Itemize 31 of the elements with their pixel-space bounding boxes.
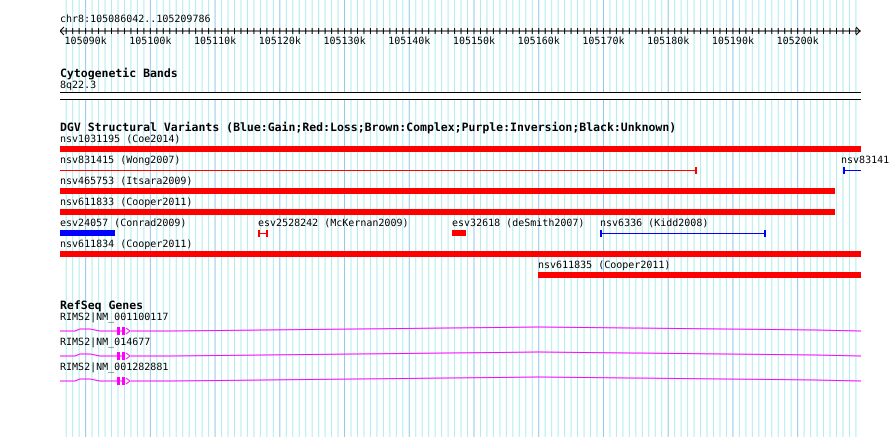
tick-label: 105140k (388, 36, 430, 48)
tick-label: 105090k (64, 36, 107, 48)
variant-label: nsv83141 (841, 155, 890, 167)
variant-label: nsv465753 (Itsara2009) (60, 176, 192, 188)
tick-label: 105180k (647, 36, 690, 48)
tick-label: 105160k (518, 36, 560, 48)
tick-label: 105150k (452, 36, 496, 48)
tick-label: 105190k (712, 36, 754, 48)
tick-label: 105100k (129, 36, 172, 48)
track-title: Cytogenetic Bands (60, 67, 178, 80)
variant-label: esv32618 (deSmith2007) (452, 218, 584, 230)
tick-label: 105120k (258, 36, 301, 48)
tick-label: 105170k (582, 36, 625, 48)
gene-label: RIMS2|NM_001100117 (60, 312, 168, 324)
tick-label: 105130k (323, 36, 366, 48)
gene-label: RIMS2|NM_014677 (60, 337, 150, 349)
variant-label: nsv1031195 (Coe2014) (60, 134, 180, 146)
variant-label: nsv611835 (Cooper2011) (538, 260, 670, 272)
variant-label: esv24057 (Conrad2009) (60, 218, 186, 230)
variant-label: nsv6336 (Kidd2008) (600, 218, 708, 230)
band-label: 8q22.3 (60, 80, 96, 92)
variant-label: nsv611833 (Cooper2011) (60, 197, 192, 209)
variant-label: nsv831415 (Wong2007) (60, 155, 180, 167)
track-title: DGV Structural Variants (Blue:Gain;Red:Loss;Brown:Complex;Purple:Inversion;Black:Unknown) (60, 121, 676, 134)
gene-label: RIMS2|NM_001282881 (60, 362, 168, 374)
tick-label: 105200k (776, 36, 819, 48)
variant-label: esv2528242 (McKernan2009) (258, 218, 409, 230)
variant-label: nsv611834 (Cooper2011) (60, 239, 192, 251)
location-text: chr8:105086042..105209786 (60, 14, 211, 26)
tick-label: 105110k (194, 36, 236, 48)
track-title: RefSeq Genes (60, 299, 144, 312)
